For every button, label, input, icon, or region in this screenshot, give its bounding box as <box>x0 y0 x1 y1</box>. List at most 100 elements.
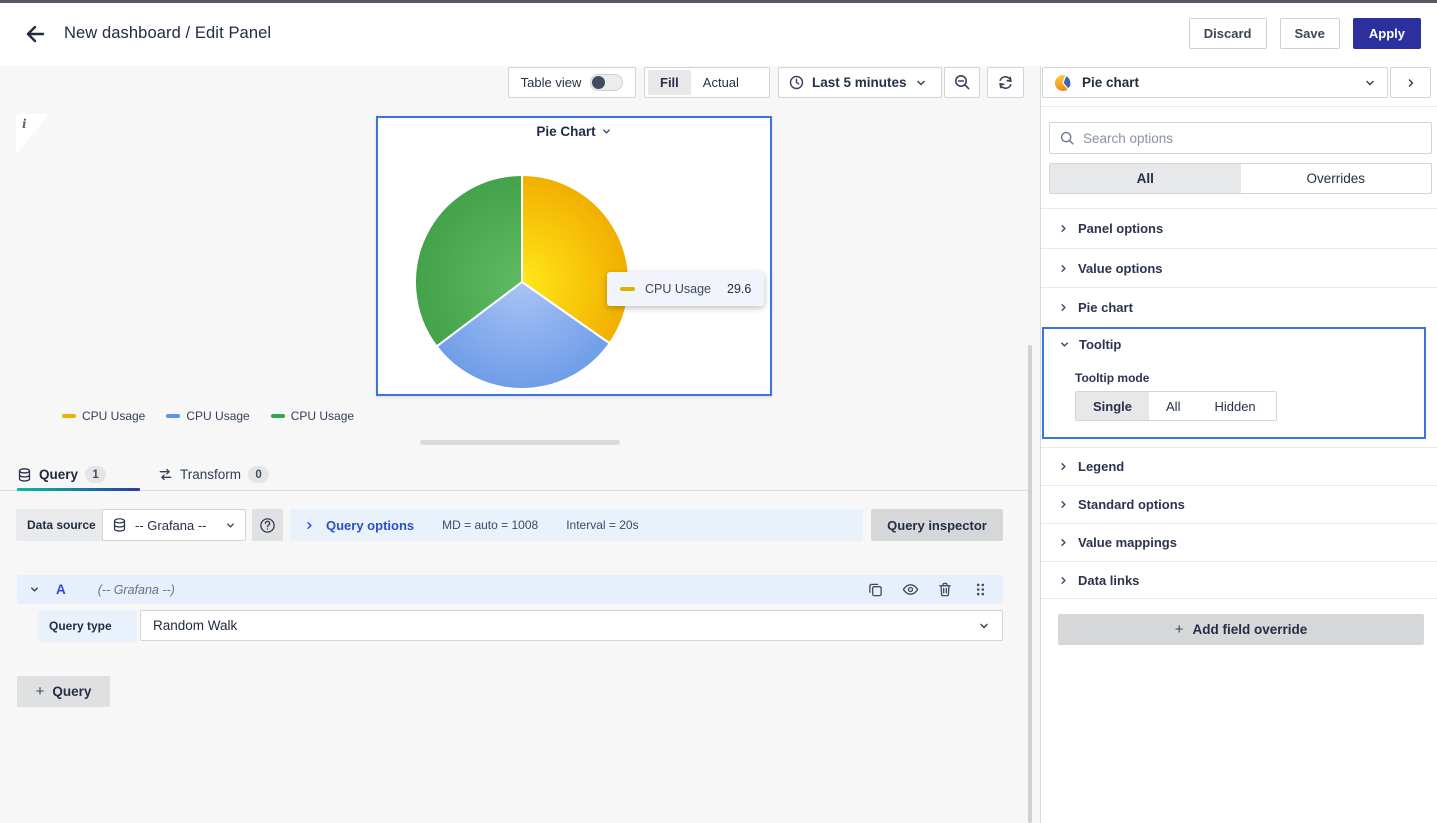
section-label: Data links <box>1078 573 1139 588</box>
chevron-right-icon <box>1405 77 1417 89</box>
chevron-down-icon <box>1364 77 1376 89</box>
section-label: Value options <box>1078 261 1163 276</box>
sidebar-divider <box>1041 106 1437 107</box>
legend-item[interactable]: CPU Usage <box>62 409 145 423</box>
chevron-right-icon <box>1058 302 1069 313</box>
datasource-picker[interactable]: -- Grafana -- <box>102 509 246 541</box>
chevron-right-icon <box>304 520 315 531</box>
editor-tabbar: Query 1 Transform 0 <box>0 458 1030 491</box>
chevron-down-icon <box>29 584 40 595</box>
datasource-value: -- Grafana -- <box>135 518 217 533</box>
collapse-options-pane-button[interactable] <box>1390 67 1431 98</box>
info-icon: i <box>22 117 27 131</box>
section-value-mappings[interactable]: Value mappings <box>1041 523 1437 561</box>
chevron-right-icon <box>1058 537 1069 548</box>
options-search[interactable] <box>1049 122 1432 154</box>
database-icon <box>17 467 32 483</box>
table-view-toggle-group: Table view <box>508 67 636 98</box>
add-field-override-button[interactable]: + Add field override <box>1058 614 1424 645</box>
chevron-down-icon <box>1059 339 1070 350</box>
actual-option[interactable]: Actual <box>691 70 751 95</box>
legend-item[interactable]: CPU Usage <box>271 409 354 423</box>
left-pane-scrollbar[interactable] <box>1028 345 1032 823</box>
pie-svg[interactable] <box>412 172 632 392</box>
window-top-edge <box>0 0 1437 3</box>
panel-info-corner[interactable]: i <box>16 114 49 155</box>
transform-icon <box>158 467 173 482</box>
display-mode-group: Fill Actual <box>644 67 770 98</box>
search-icon <box>1060 131 1075 146</box>
options-sidebar: Pie chart All Overrides Panel options Va… <box>1040 66 1437 823</box>
clock-icon <box>789 75 804 90</box>
section-standard-options[interactable]: Standard options <box>1041 485 1437 523</box>
tooltip-mode-hidden[interactable]: Hidden <box>1197 392 1272 420</box>
copy-icon <box>868 582 883 597</box>
time-range-picker[interactable]: Last 5 minutes <box>778 67 942 98</box>
tooltip-section-header[interactable]: Tooltip <box>1059 337 1121 352</box>
section-label: Legend <box>1078 459 1124 474</box>
grafana-edit-panel-screen: New dashboard / Edit Panel Discard Save … <box>0 0 1437 823</box>
apply-button[interactable]: Apply <box>1353 18 1421 49</box>
visualization-name: Pie chart <box>1082 75 1354 90</box>
chart-legend: CPU Usage CPU Usage CPU Usage <box>62 409 354 423</box>
legend-marker <box>166 414 180 418</box>
options-search-input[interactable] <box>1083 131 1421 146</box>
database-icon <box>112 517 127 533</box>
query-inspector-button[interactable]: Query inspector <box>871 509 1003 541</box>
fill-option[interactable]: Fill <box>648 70 691 95</box>
tab-transform[interactable]: Transform 0 <box>158 458 269 491</box>
chevron-right-icon <box>1058 263 1069 274</box>
section-pie-chart[interactable]: Pie chart <box>1041 287 1437 327</box>
section-panel-options[interactable]: Panel options <box>1041 208 1437 248</box>
section-value-options[interactable]: Value options <box>1041 248 1437 287</box>
discard-button[interactable]: Discard <box>1189 18 1267 49</box>
pane-resize-handle[interactable] <box>420 440 620 445</box>
tooltip-mode-single[interactable]: Single <box>1076 392 1149 420</box>
zoom-out-icon <box>954 74 971 91</box>
chevron-right-icon <box>1058 461 1069 472</box>
delete-query-button[interactable] <box>934 579 956 601</box>
query-options-collapsed[interactable]: Query options MD = auto = 1008 Interval … <box>290 509 863 541</box>
section-label: Value mappings <box>1078 535 1177 550</box>
section-label: Pie chart <box>1078 300 1133 315</box>
chevron-down-icon <box>601 126 612 137</box>
section-data-links[interactable]: Data links <box>1041 561 1437 599</box>
visualization-picker[interactable]: Pie chart <box>1042 67 1388 98</box>
header-actions: Discard Save Apply <box>1189 18 1421 49</box>
tab-query-count: 1 <box>85 466 106 483</box>
plus-icon: + <box>36 683 45 700</box>
legend-marker <box>271 414 285 418</box>
duplicate-query-button[interactable] <box>864 579 886 601</box>
chevron-right-icon <box>1058 499 1069 510</box>
add-query-label: Query <box>52 684 91 699</box>
add-query-button[interactable]: + Query <box>17 676 110 707</box>
save-button[interactable]: Save <box>1280 18 1340 49</box>
tab-query[interactable]: Query 1 <box>17 458 106 491</box>
query-row-header[interactable]: A (-- Grafana --) <box>17 575 1003 604</box>
query-row-actions <box>864 579 991 601</box>
active-tab-underline <box>17 488 140 491</box>
legend-item[interactable]: CPU Usage <box>166 409 249 423</box>
datasource-help-button[interactable] <box>252 509 283 541</box>
table-view-toggle[interactable] <box>590 74 623 91</box>
header-bar: New dashboard / Edit Panel Discard Save … <box>0 0 1437 66</box>
refresh-button[interactable] <box>987 67 1024 98</box>
drag-query-handle[interactable] <box>969 579 991 601</box>
tooltip-mode-all[interactable]: All <box>1149 392 1197 420</box>
pie-chart[interactable] <box>412 172 632 392</box>
filter-overrides-tab[interactable]: Overrides <box>1241 164 1432 193</box>
breadcrumb: New dashboard / Edit Panel <box>64 0 271 66</box>
tooltip-mode-control: Single All Hidden <box>1075 391 1277 421</box>
hide-query-button[interactable] <box>899 579 921 601</box>
panel-title-menu[interactable]: Pie Chart <box>378 124 770 139</box>
tooltip-value: 29.6 <box>727 282 751 296</box>
query-type-select[interactable]: Random Walk <box>140 610 1003 641</box>
query-type-value: Random Walk <box>153 618 978 633</box>
refresh-icon <box>997 74 1014 91</box>
zoom-out-button[interactable] <box>944 67 980 98</box>
grip-dots-icon <box>975 582 986 597</box>
back-button[interactable] <box>20 19 50 49</box>
help-circle-icon <box>259 517 276 534</box>
filter-all-tab[interactable]: All <box>1050 164 1241 193</box>
section-legend[interactable]: Legend <box>1041 447 1437 485</box>
